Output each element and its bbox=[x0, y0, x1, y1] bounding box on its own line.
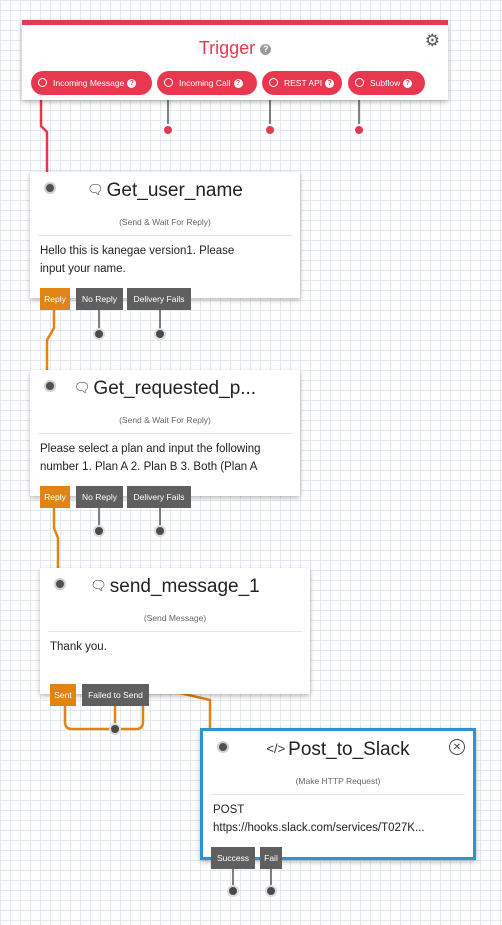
trigger-incoming-call[interactable]: Incoming Call? bbox=[157, 71, 257, 95]
trigger-incoming-message[interactable]: Incoming Message? bbox=[31, 71, 152, 95]
help-icon: ? bbox=[233, 79, 243, 89]
reply-button[interactable]: Reply bbox=[40, 288, 70, 310]
no-reply-button[interactable]: No Reply bbox=[76, 486, 123, 508]
node-send-message-1[interactable]: 🗨 send_message_1 (Send Message) Thank you… bbox=[40, 568, 310, 694]
help-icon: ? bbox=[127, 79, 137, 89]
delivery-fails-connector[interactable] bbox=[154, 328, 166, 340]
node-subtitle: (Send Message) bbox=[143, 613, 207, 623]
fail-button[interactable]: Fail bbox=[260, 847, 282, 869]
no-reply-button[interactable]: No Reply bbox=[76, 288, 123, 310]
delivery-fails-button[interactable]: Delivery Fails bbox=[127, 486, 191, 508]
chat-bubble-icon: 🗨 bbox=[73, 380, 91, 395]
radio-ring-icon bbox=[355, 78, 364, 87]
pill-label: Subflow bbox=[370, 78, 401, 88]
chat-bubble-icon: 🗨 bbox=[87, 182, 104, 197]
body-line: https://hooks.slack.com/services/T027K..… bbox=[213, 822, 425, 834]
close-icon[interactable]: ✕ bbox=[449, 739, 465, 755]
pill-label: Incoming Call bbox=[179, 78, 231, 88]
node-body: POST https://hooks.slack.com/services/T0… bbox=[213, 801, 465, 837]
sent-button[interactable]: Sent bbox=[50, 684, 76, 706]
node-get-user-name[interactable]: 🗨 Get_user_name (Send & Wait For Reply) H… bbox=[30, 172, 300, 298]
failed-to-send-button[interactable]: Failed to Send bbox=[82, 684, 149, 706]
trigger-rest-api[interactable]: REST API? bbox=[262, 71, 342, 95]
delivery-fails-button[interactable]: Delivery Fails bbox=[127, 288, 191, 310]
divider bbox=[48, 631, 302, 632]
success-connector[interactable] bbox=[227, 885, 239, 897]
node-body: Hello this is kanegae version1. Please i… bbox=[40, 242, 292, 278]
body-line: number 1. Plan A 2. Plan B 3. Both (Plan… bbox=[40, 461, 258, 473]
no-reply-connector[interactable] bbox=[93, 328, 105, 340]
node-title-text: Get_user_name bbox=[106, 180, 243, 201]
node-title: </> Post_to_Slack bbox=[203, 739, 473, 761]
trigger-title-text: Trigger bbox=[198, 38, 256, 58]
fail-connector[interactable] bbox=[265, 885, 277, 897]
pill-label: REST API bbox=[284, 78, 323, 88]
body-line: POST bbox=[213, 804, 245, 816]
reply-button[interactable]: Reply bbox=[40, 486, 70, 508]
node-post-to-slack[interactable]: </> Post_to_Slack ✕ (Make HTTP Request) P… bbox=[200, 728, 476, 860]
trigger-subflow[interactable]: Subflow? bbox=[348, 71, 425, 95]
node-subtitle: (Send & Wait For Reply) bbox=[119, 217, 211, 227]
node-title: 🗨 Get_user_name bbox=[30, 180, 300, 202]
divider bbox=[38, 235, 292, 236]
help-icon: ? bbox=[403, 79, 413, 89]
node-subtitle: (Send & Wait For Reply) bbox=[119, 415, 211, 425]
node-title-text: send_message_1 bbox=[109, 576, 260, 597]
trigger-help-icon[interactable]: ? bbox=[260, 43, 272, 55]
success-button[interactable]: Success bbox=[211, 847, 255, 869]
node-title: 🗨 Get_requested_p... bbox=[30, 378, 300, 400]
rest-api-connector[interactable] bbox=[264, 124, 276, 136]
divider bbox=[211, 794, 465, 795]
node-subtitle: (Make HTTP Request) bbox=[295, 776, 381, 786]
subflow-connector[interactable] bbox=[353, 124, 365, 136]
help-icon: ? bbox=[325, 79, 335, 89]
gear-icon[interactable]: ⚙ bbox=[425, 31, 440, 51]
node-title-text: Post_to_Slack bbox=[288, 739, 410, 760]
divider bbox=[38, 433, 292, 434]
code-icon: </> bbox=[266, 741, 286, 756]
no-reply-connector[interactable] bbox=[93, 525, 105, 537]
trigger-node[interactable]: Trigger ? ⚙ Incoming Message? Incoming C… bbox=[22, 20, 448, 100]
body-line: Hello this is kanegae version1. Please bbox=[40, 245, 235, 257]
incoming-call-connector[interactable] bbox=[162, 124, 174, 136]
trigger-title: Trigger ? bbox=[22, 38, 448, 59]
body-line: input your name. bbox=[40, 263, 126, 275]
chat-bubble-icon: 🗨 bbox=[90, 578, 107, 593]
delivery-fails-connector[interactable] bbox=[154, 525, 166, 537]
node-title: 🗨 send_message_1 bbox=[40, 576, 310, 598]
radio-ring-icon bbox=[269, 78, 278, 87]
radio-ring-icon bbox=[38, 78, 47, 87]
wire-reply-to-get-requested-plan bbox=[45, 310, 56, 376]
body-line: Thank you. bbox=[50, 641, 107, 653]
node-get-requested-plan[interactable]: 🗨 Get_requested_p... (Send & Wait For Rep… bbox=[30, 370, 300, 496]
node-body: Please select a plan and input the follo… bbox=[40, 440, 292, 476]
body-line: Please select a plan and input the follo… bbox=[40, 443, 261, 455]
radio-ring-icon bbox=[164, 78, 173, 87]
node-title-text: Get_requested_p... bbox=[93, 378, 257, 399]
node-body: Thank you. bbox=[50, 638, 302, 656]
pill-label: Incoming Message bbox=[53, 78, 125, 88]
wire-reply-to-send-message bbox=[52, 508, 60, 574]
failed-to-send-connector[interactable] bbox=[109, 723, 121, 735]
